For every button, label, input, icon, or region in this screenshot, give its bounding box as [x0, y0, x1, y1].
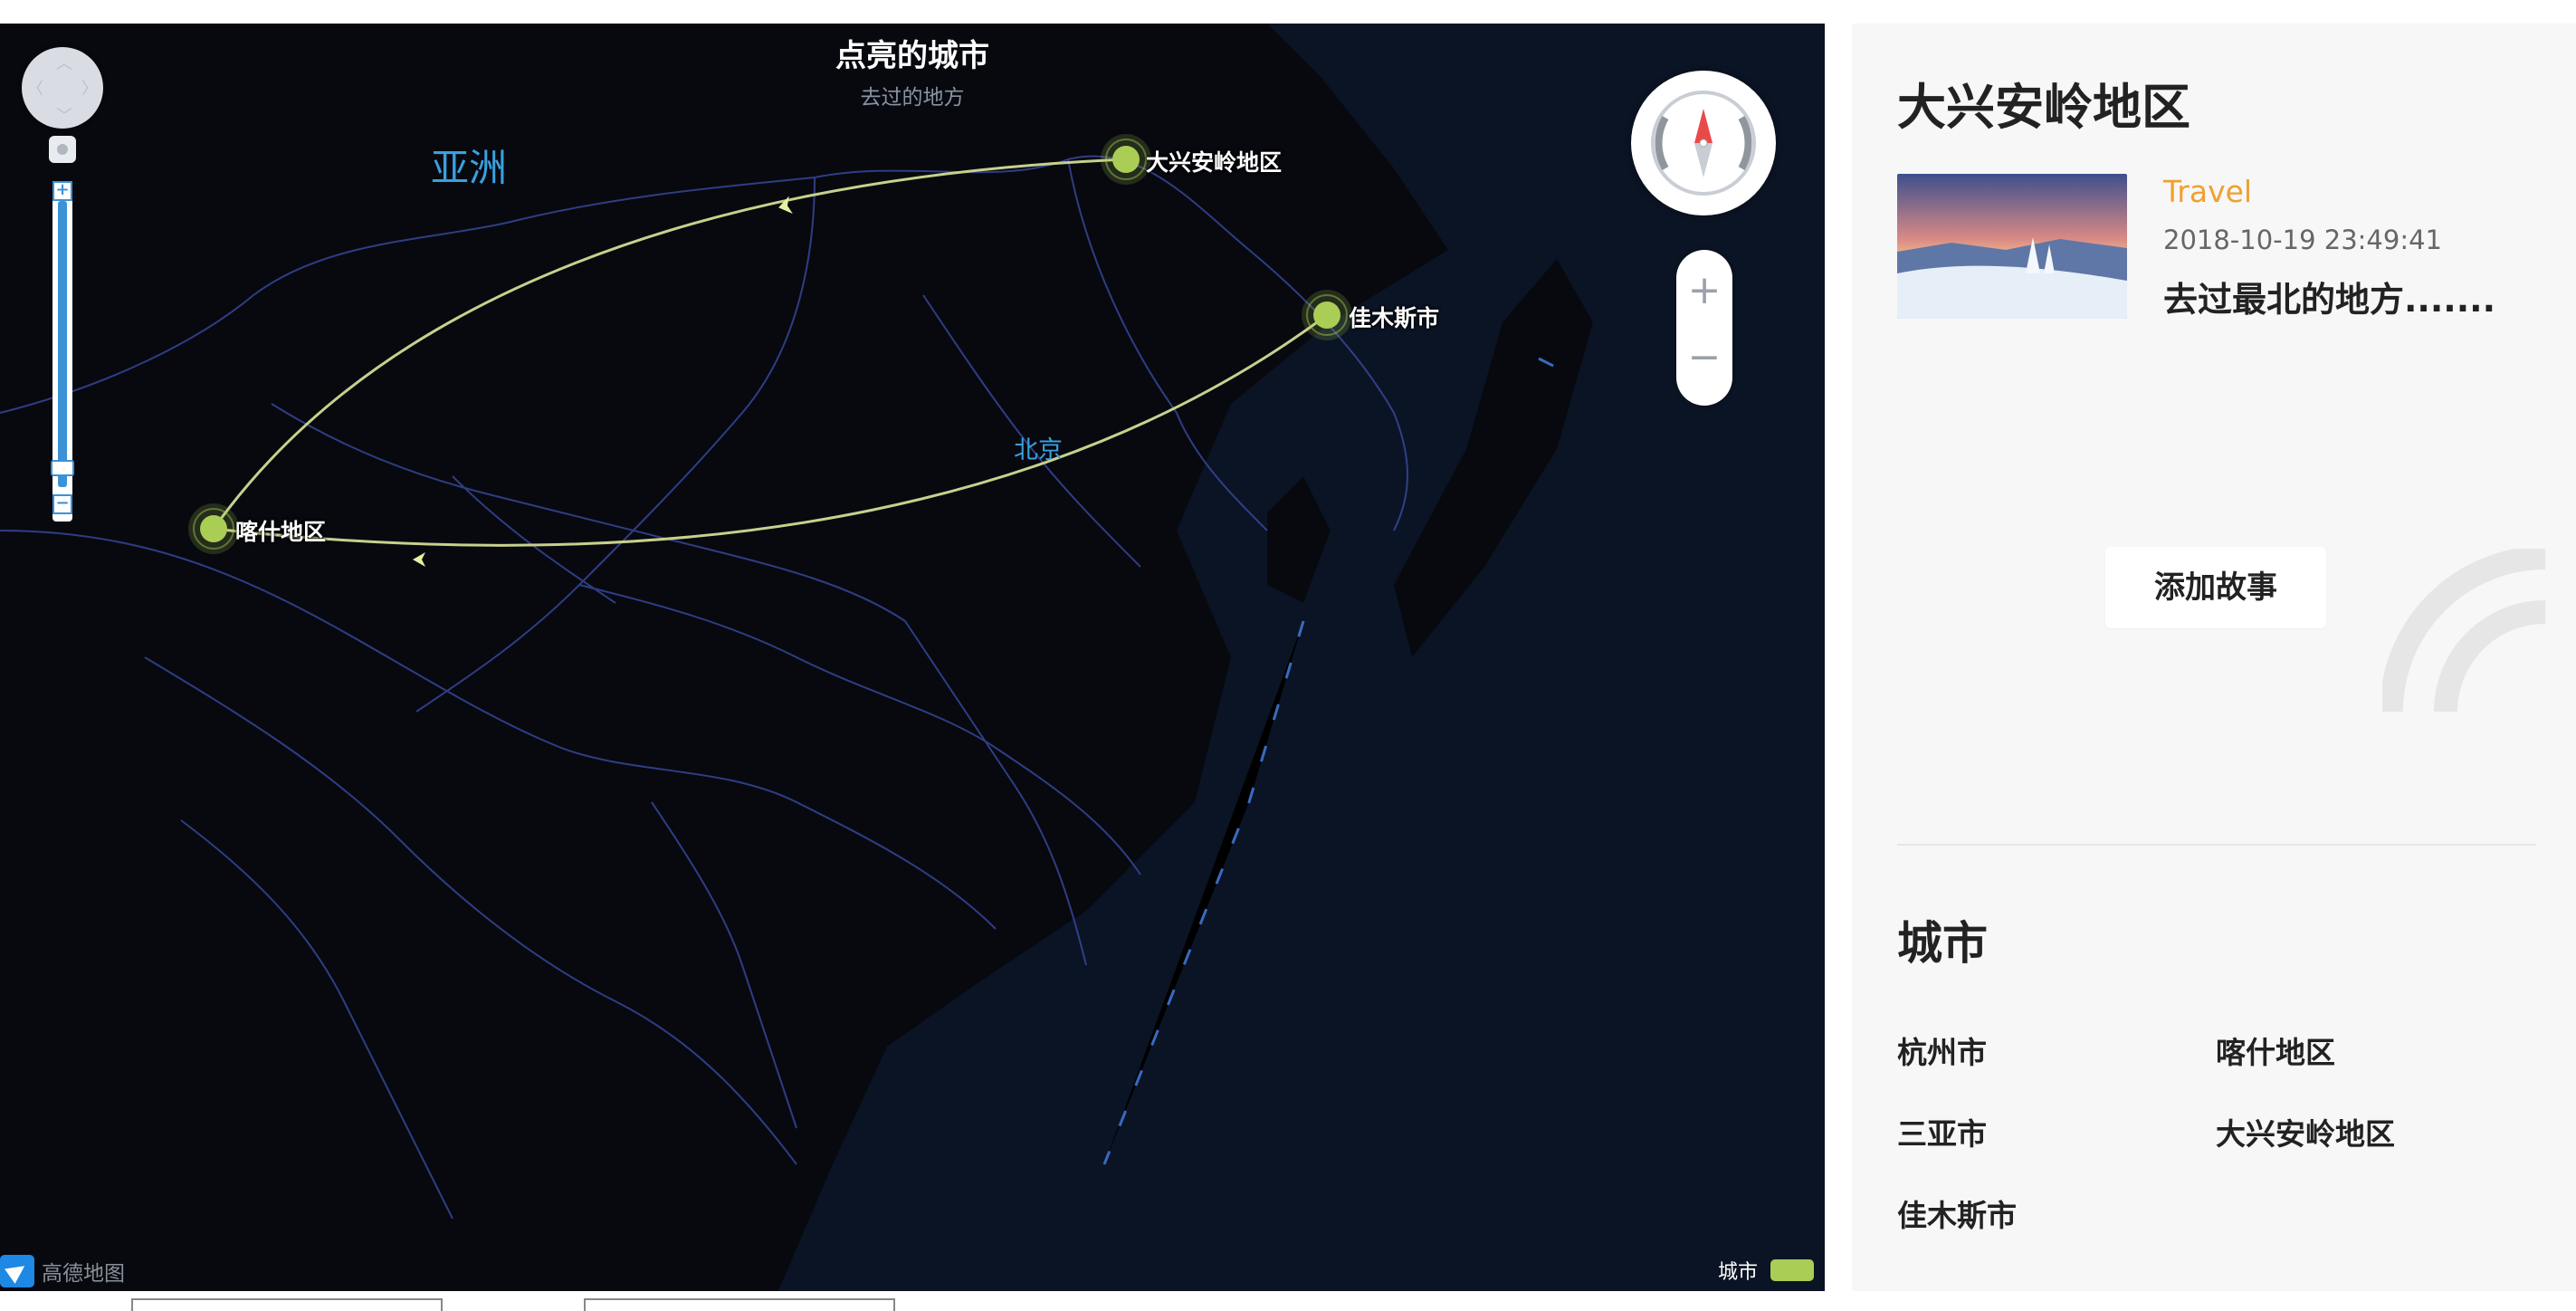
city-list-item[interactable]: 大兴安岭地区	[2216, 1110, 2395, 1153]
zoom-in-button[interactable]: +	[52, 181, 72, 201]
compass-control[interactable]	[1631, 71, 1776, 215]
story-timestamp: 2018-10-19 23:49:41	[2163, 225, 2442, 255]
cities-title: 城市	[1897, 917, 1988, 970]
legend-label: 城市	[1718, 1261, 1759, 1284]
city-label-daxinganling: 大兴安岭地区	[1146, 149, 1283, 176]
city-list-item[interactable]: 杭州市	[1897, 1029, 1987, 1072]
city-list-item[interactable]: 喀什地区	[2216, 1029, 2335, 1072]
city-marker-daxinganling[interactable]	[1101, 134, 1151, 185]
continent-label: 亚洲	[431, 146, 508, 190]
city-list-item[interactable]: 佳木斯市	[1897, 1191, 2017, 1235]
compass-icon	[1651, 91, 1756, 196]
city-marker-jiamusi[interactable]	[1302, 290, 1352, 340]
sidebar: 大兴安岭地区 Travel 2018-10-19 23:49:41 去过最北的地…	[1852, 24, 2576, 1291]
region-title: 大兴安岭地区	[1897, 79, 2190, 136]
zoom-in-button-right[interactable]: +	[1676, 259, 1732, 322]
pan-control[interactable]: ︿ ﹀ 〈 〉	[22, 47, 103, 129]
city-label-kashgar: 喀什地区	[235, 519, 327, 545]
legend-swatch[interactable]	[1770, 1259, 1815, 1281]
pan-right-icon[interactable]: 〉	[81, 76, 98, 100]
story-text[interactable]: 去过最北的地方.......	[2163, 272, 2495, 321]
section-divider	[1897, 844, 2536, 846]
watermark-icon	[2382, 549, 2546, 712]
pan-up-icon[interactable]: ︿	[56, 51, 72, 74]
map-title: 点亮的城市	[835, 38, 989, 74]
zoom-slider[interactable]: + −	[51, 181, 74, 522]
capital-label: 北京	[1014, 436, 1063, 464]
story-category: Travel	[2163, 174, 2253, 209]
map-canvas[interactable]	[0, 24, 1825, 1291]
city-label-jiamusi: 佳木斯市	[1349, 305, 1440, 331]
amap-logo-icon	[0, 1255, 34, 1287]
zoom-out-button-right[interactable]: −	[1676, 326, 1732, 389]
map-brand[interactable]: 高德地图	[0, 1255, 125, 1287]
map-subtitle: 去过的地方	[860, 86, 965, 110]
pan-left-icon[interactable]: 〈	[27, 76, 43, 100]
add-story-button[interactable]: 添加故事	[2105, 547, 2326, 628]
zoom-control[interactable]: + −	[1676, 250, 1732, 406]
snow-landscape-image	[1897, 174, 2127, 319]
brand-text: 高德地图	[42, 1262, 125, 1286]
pan-down-icon[interactable]: ﹀	[56, 103, 72, 127]
locate-button[interactable]	[49, 136, 76, 163]
map-view[interactable]: 点亮的城市 去过的地方 亚洲 北京 大兴安岭地区 佳木斯市 喀什地区 ︿ ﹀ 〈…	[0, 24, 1825, 1291]
city-list-item[interactable]: 三亚市	[1897, 1110, 1987, 1153]
zoom-out-button[interactable]: −	[52, 494, 72, 514]
zoom-slider-handle[interactable]	[51, 460, 74, 476]
zoom-level-fill	[58, 201, 67, 487]
city-marker-kashgar[interactable]	[188, 503, 239, 554]
map-legend[interactable]: 城市	[1718, 1256, 1815, 1285]
story-thumbnail[interactable]	[1897, 174, 2127, 319]
